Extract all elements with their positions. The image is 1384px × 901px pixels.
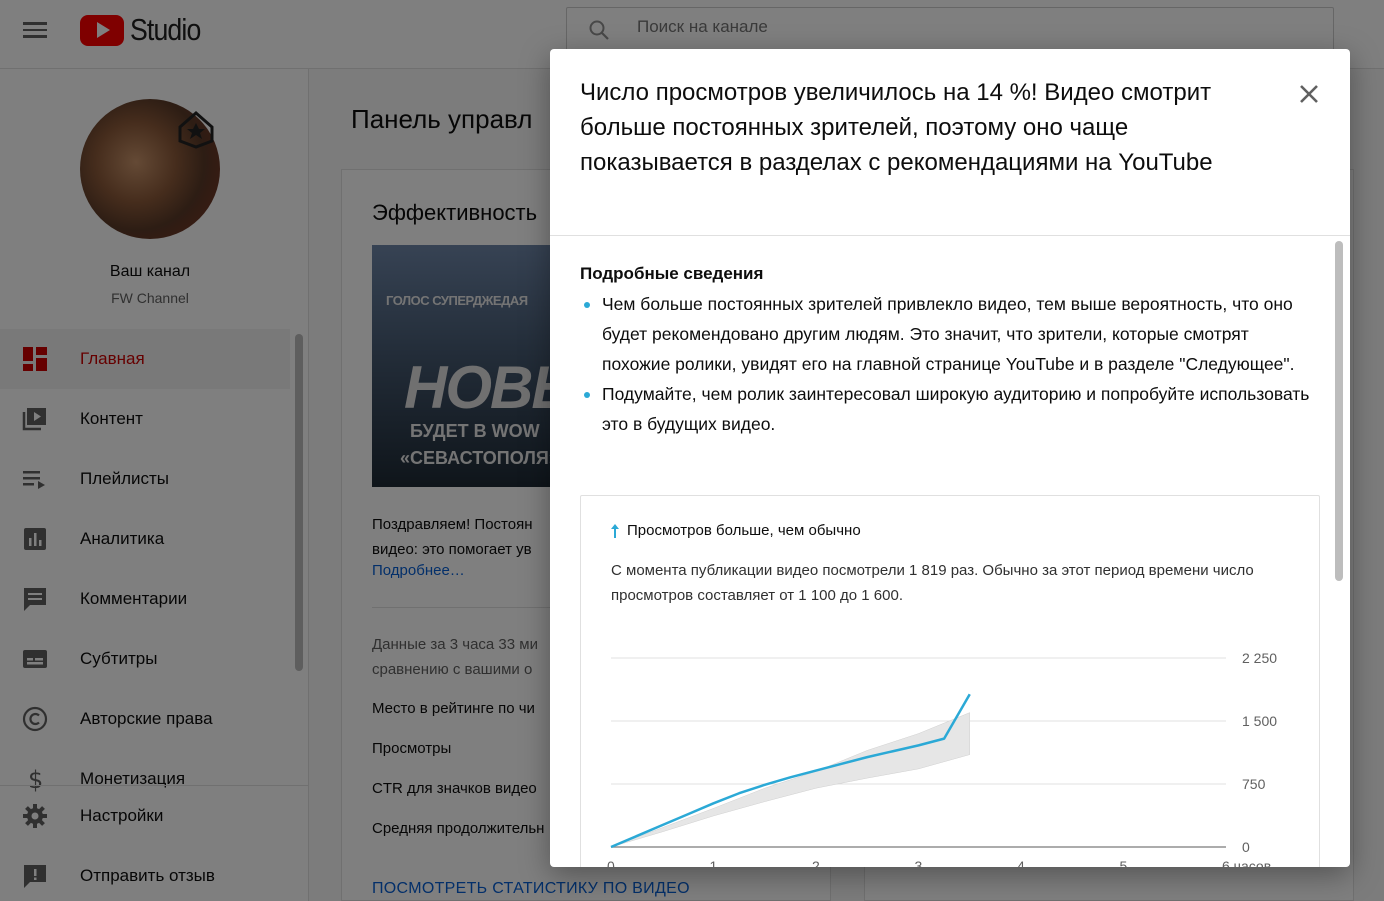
x-tick-label: 1 <box>710 858 718 867</box>
insight-heading: Просмотров больше, чем обычно <box>609 522 861 539</box>
insight-heading-text: Просмотров больше, чем обычно <box>627 522 861 539</box>
x-tick-label: 4 <box>1017 858 1025 867</box>
details-item: Чем больше постоянных зрителей привлекло… <box>580 289 1320 379</box>
insight-dialog: Число просмотров увеличилось на 14 %! Ви… <box>550 49 1350 867</box>
y-tick-label: 750 <box>1242 776 1266 792</box>
dialog-divider <box>550 235 1350 236</box>
dialog-title: Число просмотров увеличилось на 14 %! Ви… <box>580 79 1213 176</box>
arrow-up-icon <box>611 523 619 538</box>
details-title: Подробные сведения <box>580 264 764 283</box>
details-item: Подумайте, чем ролик заинтересовал широк… <box>580 379 1320 439</box>
x-tick-label: 3 <box>915 858 923 867</box>
y-tick-label: 2 250 <box>1242 650 1277 666</box>
x-tick-label: 2 <box>812 858 820 867</box>
views-insight-card: Просмотров больше, чем обычно С момента … <box>580 495 1320 867</box>
y-tick-label: 1 500 <box>1242 713 1277 729</box>
typical-range-band <box>610 712 970 848</box>
y-tick-label: 0 <box>1242 839 1250 855</box>
x-tick-label: 0 <box>607 858 615 867</box>
x-tick-label: 5 <box>1120 858 1128 867</box>
views-chart: 0 750 1 500 2 250 0 1 2 3 4 5 6 часов <box>607 650 1277 867</box>
x-tick-label: 6 часов <box>1222 858 1271 867</box>
insight-text: С момента публикации видео посмотрели 1 … <box>611 562 1254 604</box>
dialog-scrollbar[interactable] <box>1335 241 1343 581</box>
views-series-line <box>610 693 971 849</box>
close-icon[interactable] <box>1294 79 1324 109</box>
details-list: Чем больше постоянных зрителей привлекло… <box>580 289 1320 439</box>
